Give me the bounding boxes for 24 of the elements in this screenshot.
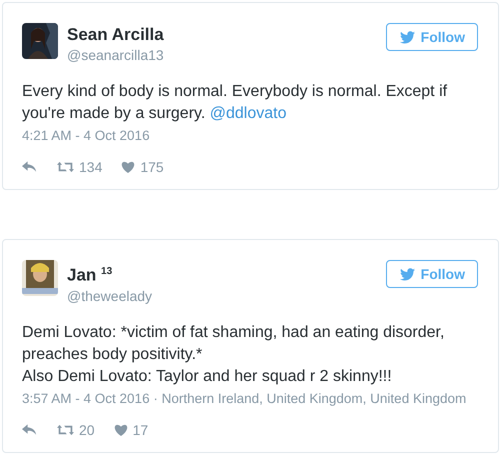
reply-icon[interactable] (22, 424, 37, 436)
retweet-icon[interactable] (57, 161, 74, 173)
mention-link[interactable]: @ddlovato (210, 105, 286, 122)
retweet-count: 134 (79, 159, 102, 175)
retweet-icon[interactable] (57, 424, 74, 436)
tweet-text: Also Demi Lovato: Taylor and her squad r 2 skinny!!! (22, 366, 393, 387)
tweet-text: Demi Lovato: *victim of fat shaming, had an eating disorder, preaches body positivity.* (22, 322, 446, 365)
user-name: Jan $^{13}$ (67, 264, 114, 286)
reply-icon[interactable] (22, 161, 37, 173)
retweet-count: 20 (79, 422, 95, 438)
user-name: Sean Arcilla (67, 25, 165, 45)
heart-icon[interactable] (114, 424, 128, 436)
follow-button[interactable]: Follow (386, 23, 478, 51)
tweet-text: Every kind of body is normal. Everybody is normal. Except if you're made by a surgery. @ddlovato (22, 82, 448, 124)
user-handle: @seanarcilla13 (67, 46, 165, 64)
like-count: 175 (140, 159, 164, 175)
user-handle: @theweelady (67, 286, 154, 305)
tweet-timestamp: 4:21 AM - 4 Oct 2016 (22, 127, 151, 145)
bird-icon (400, 268, 415, 280)
tweet-timestamp: 3:57 AM - 4 Oct 2016 · Northern Ireland, United Kingdom, United Kingdom (22, 390, 468, 408)
heart-icon[interactable] (121, 161, 136, 173)
bird-icon (400, 30, 415, 44)
like-count: 17 (132, 422, 148, 438)
follow-button[interactable]: Follow (386, 260, 478, 288)
